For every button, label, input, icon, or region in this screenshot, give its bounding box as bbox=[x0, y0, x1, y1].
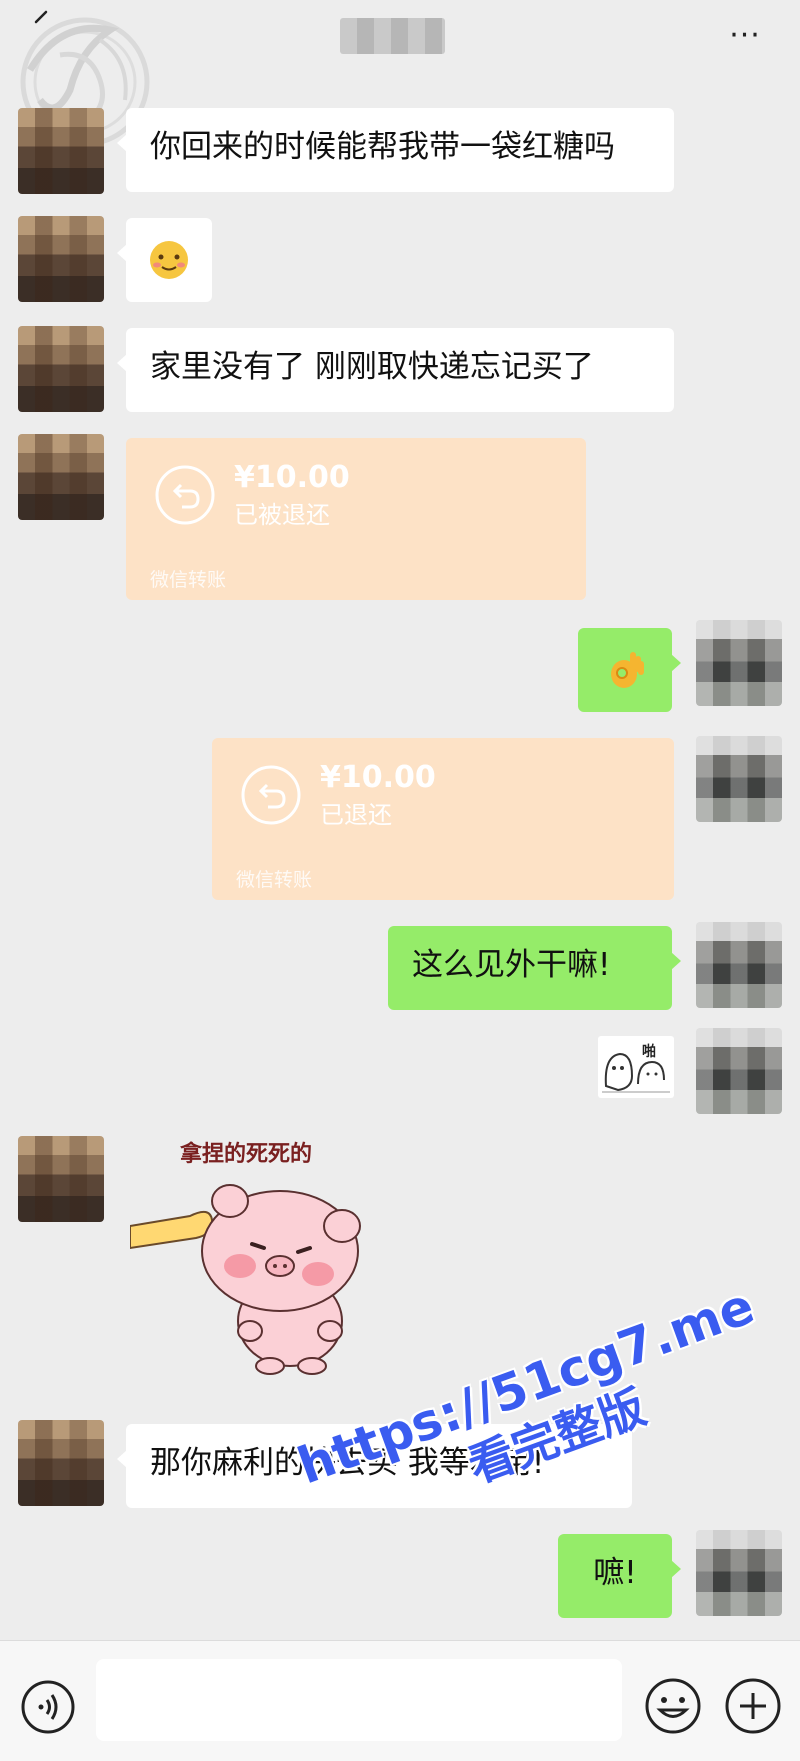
emoji-icon[interactable] bbox=[644, 1677, 702, 1735]
message-text: 这么见外干嘛! bbox=[412, 947, 611, 983]
smiling-face-icon bbox=[150, 241, 188, 279]
message-row: 嗻! bbox=[0, 1530, 800, 1620]
message-row: ¥10.00 已退还 微信转账 bbox=[0, 736, 800, 906]
message-text: 你回来的时候能帮我带一袋红糖吗 bbox=[150, 129, 615, 165]
my-avatar[interactable] bbox=[696, 736, 782, 822]
transfer-status: 已退还 bbox=[320, 801, 392, 829]
ok-hand-icon bbox=[611, 652, 644, 688]
message-bubble[interactable]: 那你麻利的快去买 我等着用! bbox=[117, 1424, 632, 1508]
contact-avatar[interactable] bbox=[18, 434, 104, 520]
message-row bbox=[0, 620, 800, 712]
message-bubble[interactable]: 这么见外干嘛! bbox=[388, 926, 681, 1010]
transfer-card[interactable]: ¥10.00 已被退还 微信转账 bbox=[126, 438, 586, 600]
contact-avatar[interactable] bbox=[18, 1136, 104, 1222]
message-row: ¥10.00 已被退还 微信转账 bbox=[0, 434, 800, 604]
message-bubble[interactable]: 嗻! bbox=[558, 1534, 681, 1618]
transfer-amount: ¥10.00 bbox=[320, 760, 436, 795]
transfer-card[interactable]: ¥10.00 已退还 微信转账 bbox=[212, 738, 674, 900]
message-bubble[interactable] bbox=[117, 218, 212, 302]
pig-sticker[interactable] bbox=[130, 1156, 390, 1376]
my-avatar[interactable] bbox=[696, 922, 782, 1008]
input-bar bbox=[0, 1640, 800, 1761]
transfer-footer: 微信转账 bbox=[150, 569, 227, 591]
message-bubble[interactable]: 你回来的时候能帮我带一袋红糖吗 bbox=[117, 108, 674, 192]
contact-avatar[interactable] bbox=[18, 1420, 104, 1506]
contact-avatar[interactable] bbox=[18, 326, 104, 412]
message-text: 家里没有了 刚刚取快递忘记买了 bbox=[150, 349, 594, 385]
refund-icon bbox=[241, 765, 301, 825]
message-text: 那你麻利的快去买 我等着用! bbox=[150, 1445, 545, 1481]
sticker-text: 啪 bbox=[642, 1043, 656, 1060]
my-avatar[interactable] bbox=[696, 620, 782, 706]
message-text: 嗻! bbox=[593, 1555, 637, 1591]
my-avatar[interactable] bbox=[696, 1530, 782, 1616]
message-input[interactable] bbox=[96, 1659, 622, 1741]
message-row: 这么见外干嘛! bbox=[0, 922, 800, 1012]
message-row: 你回来的时候能帮我带一袋红糖吗 bbox=[0, 108, 800, 198]
message-row: 家里没有了 刚刚取快递忘记买了 bbox=[0, 326, 800, 416]
transfer-footer: 微信转账 bbox=[236, 869, 313, 891]
voice-icon[interactable] bbox=[20, 1679, 76, 1735]
message-row: 那你麻利的快去买 我等着用! bbox=[0, 1420, 800, 1510]
transfer-status: 已被退还 bbox=[234, 501, 330, 529]
refund-icon bbox=[155, 465, 215, 525]
plus-icon[interactable] bbox=[724, 1677, 782, 1735]
slap-sticker-icon: 啪 bbox=[602, 1043, 670, 1093]
contact-avatar[interactable] bbox=[18, 108, 104, 194]
message-row: 拿捏的死死的 bbox=[0, 1136, 800, 1386]
transfer-amount: ¥10.00 bbox=[234, 460, 350, 495]
message-row bbox=[0, 216, 800, 306]
my-avatar[interactable] bbox=[696, 1028, 782, 1114]
contact-avatar[interactable] bbox=[18, 216, 104, 302]
message-row: 啪 bbox=[0, 1028, 800, 1118]
message-list[interactable]: 你回来的时候能帮我带一袋红糖吗 家里没有了 刚刚取快递忘记买了 ¥10.00 已… bbox=[0, 0, 800, 1640]
message-bubble[interactable] bbox=[578, 628, 681, 712]
message-bubble[interactable]: 家里没有了 刚刚取快递忘记买了 bbox=[117, 328, 674, 412]
slap-sticker[interactable]: 啪 bbox=[598, 1036, 674, 1098]
